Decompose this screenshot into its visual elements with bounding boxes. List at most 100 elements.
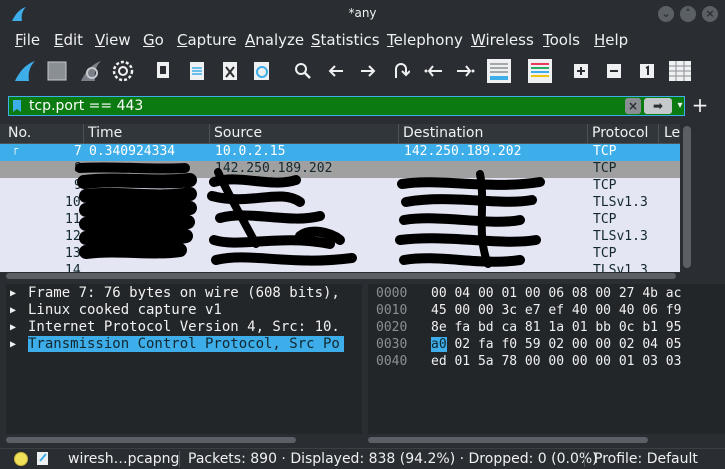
expand-arrow-icon[interactable]: ▶ [10,336,16,353]
column-divider[interactable] [658,124,659,144]
go-to-packet-icon[interactable] [388,58,414,84]
byte-hex: 02 fa f0 59 02 00 00 02 04 05 [446,337,682,352]
menu-go[interactable]: Go [143,31,164,49]
go-back-icon[interactable] [323,58,349,84]
colorize-icon[interactable] [527,58,553,84]
clear-filter-icon[interactable]: × [625,98,641,114]
close-file-icon[interactable] [217,58,243,84]
apply-filter-icon[interactable]: ➡ [644,98,672,114]
expand-arrow-icon[interactable]: ▶ [10,302,16,319]
find-packet-icon[interactable] [290,58,316,84]
add-filter-button-icon[interactable]: + [690,95,710,115]
byte-hex: 00 04 00 01 00 06 08 00 27 4b ac [431,286,682,301]
zoom-in-icon[interactable] [568,58,594,84]
packet-source: 142.250.189.202 [215,161,333,176]
packet-row[interactable]: 8 142.250.189.202 TCP [0,161,680,178]
profile-indicator[interactable]: Profile: Default [594,451,698,467]
display-filter-bar[interactable]: tcp.port == 443 × ➡ ▾ [8,96,685,116]
menu-tools[interactable]: Tools [543,31,580,49]
zoom-out-icon[interactable] [601,58,627,84]
last-packet-icon[interactable] [453,58,479,84]
packet-protocol: TCP [593,178,617,193]
minimize-icon[interactable]: ⌄ [658,6,674,22]
packet-row[interactable]: 13 TCP [0,246,680,263]
shark-fin-start-icon[interactable] [12,58,38,84]
menu-bar: File Edit View Go Capture Analyze Statis… [0,28,725,52]
filter-history-dropdown-icon[interactable]: ▾ [675,98,685,114]
packet-row[interactable]: 11 TCP [0,212,680,229]
column-length[interactable]: Le [664,125,680,141]
packet-source: 10.0.2.15 [215,144,286,159]
bytes-hscrollbar[interactable] [368,436,725,444]
packet-row[interactable]: 14 TLSv1.3 [0,263,680,272]
column-time[interactable]: Time [88,125,122,141]
menu-telephony[interactable]: Telephony [387,31,463,49]
packet-no: 9 [74,178,82,193]
byte-row[interactable]: 0000 00 04 00 01 00 06 08 00 27 4b ac [368,286,725,303]
packet-list[interactable]: ┌ 7 0.340924334 10.0.2.15 142.250.189.20… [0,144,680,272]
packet-list-hscrollbar[interactable] [6,272,680,280]
save-file-icon[interactable] [184,58,210,84]
packet-details-pane[interactable]: ▶ Frame 7: 76 bytes on wire (608 bits), … [6,284,362,434]
packet-no: 10 [65,195,81,210]
menu-help[interactable]: Help [594,31,628,49]
conversation-start-marker: ┌ [12,144,19,155]
restart-capture-icon[interactable] [78,58,104,84]
column-protocol[interactable]: Protocol [592,125,648,141]
detail-tree-item[interactable]: ▶ Frame 7: 76 bytes on wire (608 bits), [6,285,362,302]
close-icon[interactable]: × [702,6,718,22]
menu-file[interactable]: File [15,31,40,49]
resize-columns-icon[interactable] [667,58,693,84]
packet-list-scrollbar[interactable] [680,124,694,272]
byte-offset: 0020 [376,320,408,335]
packet-stats: Packets: 890 · Displayed: 838 (94.2%) · … [188,451,598,467]
capture-file-name[interactable]: wiresh…pcapng [68,451,179,467]
column-divider[interactable] [398,124,399,144]
packet-row[interactable]: 12 TLSv1.3 [0,229,680,246]
expand-arrow-icon[interactable]: ▶ [10,285,16,302]
stop-capture-icon[interactable] [44,58,70,84]
menu-view[interactable]: View [95,31,131,49]
capture-options-icon[interactable] [110,58,136,84]
open-file-icon[interactable] [150,58,176,84]
column-divider[interactable] [209,124,210,144]
byte-offset: 0010 [376,303,408,318]
go-forward-icon[interactable] [355,58,381,84]
packet-destination: 142.250.189.202 [404,144,522,159]
column-source[interactable]: Source [214,125,262,141]
byte-row[interactable]: 0030 a0 02 fa f0 59 02 00 00 02 04 05 [368,337,725,354]
detail-tree-item[interactable]: ▶ Internet Protocol Version 4, Src: 10. [6,319,362,336]
filter-bookmark-icon[interactable] [12,99,22,113]
column-divider[interactable] [83,124,84,144]
packet-row[interactable]: 9 TCP [0,178,680,195]
display-filter-input[interactable]: tcp.port == 443 [29,98,143,114]
detail-text: Linux cooked capture v1 [28,302,222,318]
first-packet-icon[interactable] [420,58,446,84]
byte-row[interactable]: 0040 ed 01 5a 78 00 00 00 00 01 03 03 [368,354,725,371]
title-bar: *any ⌄ ˄ × [0,0,725,28]
byte-row[interactable]: 0020 8e fa bd ca 81 1a 01 bb 0c b1 95 [368,320,725,337]
detail-tree-item[interactable]: ▶ Linux cooked capture v1 [6,302,362,319]
expert-info-led-icon[interactable] [14,452,28,466]
column-divider[interactable] [587,124,588,144]
column-no[interactable]: No. [8,125,31,141]
packet-row[interactable]: 10 TLSv1.3 [0,195,680,212]
reload-file-icon[interactable] [249,58,275,84]
normal-size-icon[interactable] [634,58,660,84]
byte-row[interactable]: 0010 45 00 00 3c e7 ef 40 00 40 06 f9 [368,303,725,320]
packet-bytes-pane[interactable]: 0000 00 04 00 01 00 06 08 00 27 4b ac 00… [368,284,725,434]
detail-tree-item[interactable]: ▶ Transmission Control Protocol, Src Po [6,336,362,353]
menu-statistics[interactable]: Statistics [311,31,380,49]
menu-capture[interactable]: Capture [177,31,237,49]
auto-scroll-icon[interactable] [486,58,512,84]
details-hscrollbar[interactable] [6,436,362,444]
menu-analyze[interactable]: Analyze [245,31,304,49]
maximize-icon[interactable]: ˄ [680,6,696,22]
column-destination[interactable]: Destination [403,125,483,141]
expand-arrow-icon[interactable]: ▶ [10,319,16,336]
status-divider [584,451,585,467]
packet-row[interactable]: ┌ 7 0.340924334 10.0.2.15 142.250.189.20… [0,144,680,161]
menu-edit[interactable]: Edit [54,31,83,49]
capture-comment-icon[interactable] [36,450,50,466]
menu-wireless[interactable]: Wireless [471,31,534,49]
